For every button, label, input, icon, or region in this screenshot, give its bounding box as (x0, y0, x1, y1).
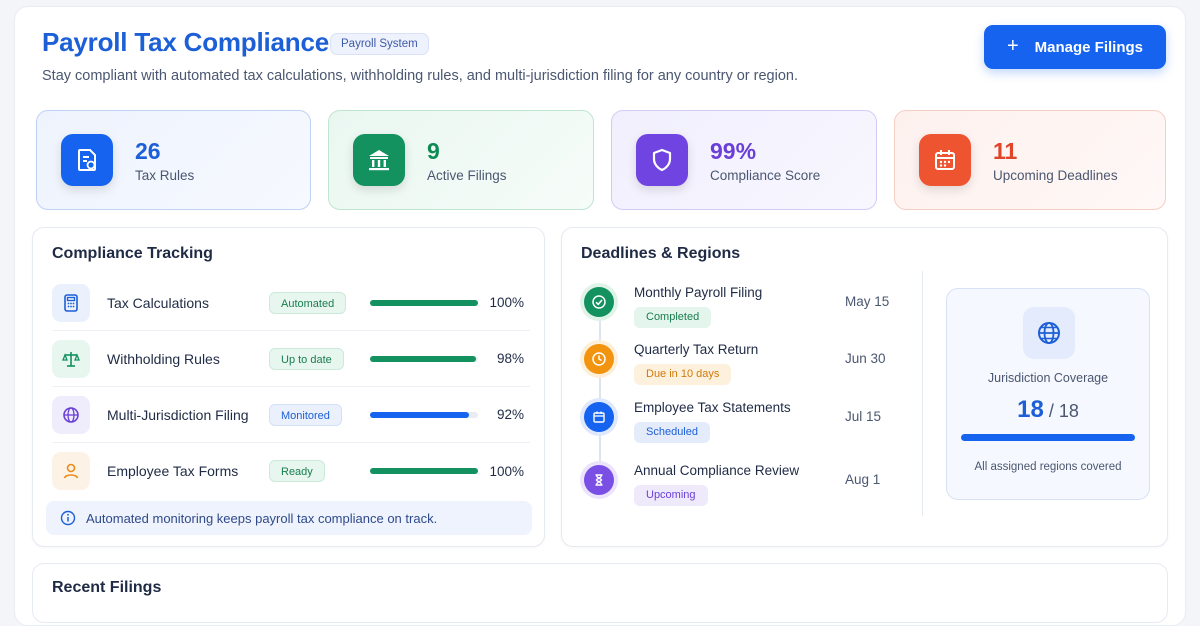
bank-icon (353, 134, 405, 186)
plus-icon: + (1006, 35, 1019, 57)
stat-card-active-filings[interactable]: 9 Active Filings (328, 110, 594, 210)
deadline-date: May 15 (845, 294, 890, 309)
compliance-tracking-panel: Compliance Tracking Tax Calculations Aut… (32, 227, 545, 547)
stat-card-tax-rules[interactable]: 26 Tax Rules (36, 110, 311, 210)
stat-card-upcoming-deadlines[interactable]: 11 Upcoming Deadlines (894, 110, 1166, 210)
status-badge: Up to date (269, 347, 344, 370)
recent-filings-panel: Recent Filings (32, 563, 1168, 623)
page-container: Payroll Tax Compliance Payroll System St… (14, 6, 1186, 626)
deadline-item[interactable]: Annual Compliance Review Upcoming Aug 1 (584, 463, 914, 513)
progress-fill (370, 299, 478, 306)
stat-label: Upcoming Deadlines (993, 168, 1118, 183)
tracking-row[interactable]: Employee Tax Forms Ready 100% (52, 443, 530, 499)
progress-percent: 92% (496, 407, 524, 422)
stat-value: 9 (427, 138, 440, 164)
coverage-value: 18 / 18 (947, 396, 1149, 424)
deadline-name: Quarterly Tax Return (634, 342, 759, 357)
tracking-name: Tax Calculations (107, 294, 209, 311)
page-subtitle: Stay compliant with automated tax calcul… (42, 68, 798, 84)
coverage-label: Jurisdiction Coverage (987, 371, 1109, 385)
stat-label: Tax Rules (135, 168, 195, 183)
manage-filings-button[interactable]: + Manage Filings (984, 25, 1166, 69)
info-icon (60, 510, 76, 526)
document-icon (61, 134, 113, 186)
stat-value: 99% (710, 138, 757, 164)
status-badge: Completed (634, 307, 712, 328)
check-circle-icon (584, 287, 614, 317)
deadline-item[interactable]: Quarterly Tax Return Due in 10 days Jun … (584, 342, 914, 392)
calendar-icon (919, 134, 971, 186)
coverage-count: 18 (1017, 396, 1044, 423)
globe-icon (52, 395, 90, 434)
status-badge: Due in 10 days (634, 364, 732, 385)
jurisdiction-coverage-card[interactable]: Jurisdiction Coverage 18 / 18 All assign… (946, 288, 1150, 500)
tracking-name: Employee Tax Forms (107, 463, 239, 479)
deadline-name: Employee Tax Statements (634, 400, 791, 415)
stat-label: Compliance Score (710, 168, 821, 183)
progress-fill (370, 411, 470, 418)
panel-title: Compliance Tracking (52, 245, 213, 262)
deadline-date: Jun 30 (845, 351, 886, 366)
clock-icon (584, 344, 614, 374)
divider (922, 271, 923, 516)
tracking-row[interactable]: Withholding Rules Up to date 98% (52, 331, 530, 387)
progress-bar (370, 355, 478, 362)
stat-card-compliance-score[interactable]: 99% Compliance Score (611, 110, 877, 210)
tracking-name: Multi-Jurisdiction Filing (107, 406, 249, 423)
panel-title: Recent Filings (52, 579, 162, 596)
globe-icon (1023, 307, 1075, 359)
scale-icon (52, 339, 90, 378)
status-badge: Automated (269, 291, 347, 314)
tracking-name: Withholding Rules (107, 350, 220, 367)
progress-fill (370, 468, 478, 474)
progress-bar (370, 299, 478, 306)
deadline-name: Annual Compliance Review (634, 463, 800, 478)
deadline-date: Jul 15 (845, 409, 882, 424)
shield-icon (636, 134, 688, 186)
deadlines-regions-panel: Deadlines & Regions Monthly Payroll Fili… (561, 227, 1168, 547)
status-badge: Upcoming (634, 485, 708, 506)
progress-percent: 100% (489, 295, 524, 310)
status-badge: Ready (269, 460, 325, 482)
status-badge: Scheduled (634, 422, 710, 443)
stat-label: Active Filings (427, 168, 507, 183)
progress-bar (370, 468, 478, 474)
progress-bar (370, 411, 478, 418)
deadline-date: Aug 1 (845, 472, 881, 487)
info-text: Automated monitoring keeps payroll tax c… (86, 510, 438, 526)
info-banner: Automated monitoring keeps payroll tax c… (46, 501, 532, 535)
tracking-row[interactable]: Tax Calculations Automated 100% (52, 275, 530, 331)
calculator-icon (52, 283, 90, 322)
tracking-row[interactable]: Multi-Jurisdiction Filing Monitored 92% (52, 387, 530, 443)
system-badge: Payroll System (330, 33, 429, 55)
status-badge: Monitored (269, 403, 342, 426)
stat-value: 11 (993, 138, 1018, 164)
page-title: Payroll Tax Compliance (42, 27, 329, 57)
progress-percent: 100% (489, 463, 524, 479)
stat-value: 26 (135, 138, 161, 164)
panel-title: Deadlines & Regions (581, 245, 741, 262)
user-icon (52, 452, 90, 490)
deadline-item[interactable]: Monthly Payroll Filing Completed May 15 (584, 285, 914, 335)
calendar-icon (584, 402, 614, 432)
coverage-progress-bar (961, 434, 1135, 441)
coverage-total: / 18 (1048, 401, 1079, 421)
manage-filings-label: Manage Filings (1034, 38, 1144, 56)
progress-fill (370, 355, 476, 362)
hourglass-icon (584, 465, 614, 495)
deadline-name: Monthly Payroll Filing (634, 285, 763, 300)
coverage-note: All assigned regions covered (974, 461, 1122, 473)
progress-percent: 98% (496, 351, 524, 366)
deadline-item[interactable]: Employee Tax Statements Scheduled Jul 15 (584, 400, 914, 450)
